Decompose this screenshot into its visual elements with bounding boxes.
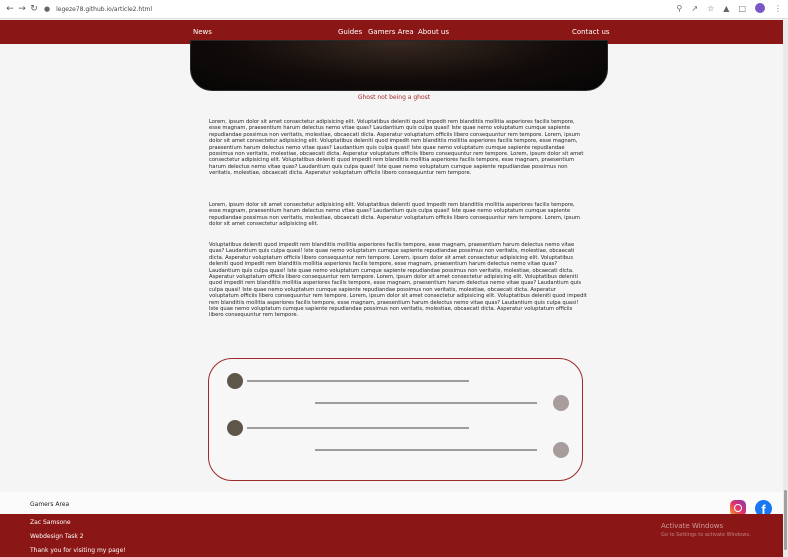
footer-thanks: Thank you for visiting my page! xyxy=(30,547,126,554)
timeline-line-3 xyxy=(247,427,469,429)
article-paragraph-2: Lorem, ipsum dolor sit amet consectetur … xyxy=(209,202,580,228)
footer-task: Webdesign Task 2 xyxy=(30,533,84,540)
footer-top: Gamers Area xyxy=(0,492,788,514)
nav-contact-us[interactable]: Contact us xyxy=(572,28,610,36)
zoom-icon[interactable]: ⚲ xyxy=(677,4,683,13)
footer-gamers-area[interactable]: Gamers Area xyxy=(30,501,69,508)
address-bar[interactable]: legeze78.github.io/article2.html xyxy=(56,6,152,13)
scrollbar-thumb[interactable] xyxy=(784,490,787,550)
timeline-dot-2 xyxy=(553,395,569,411)
hero-caption: Ghost not being a ghost xyxy=(357,94,431,101)
timeline-card xyxy=(208,358,583,481)
menu-icon[interactable]: ⋮ xyxy=(774,4,782,13)
nav-news[interactable]: News xyxy=(193,28,212,36)
back-icon[interactable]: ← xyxy=(4,4,16,14)
sidebar-icon[interactable]: □ xyxy=(738,4,746,13)
site-footer: Zac Samsone Webdesign Task 2 Thank you f… xyxy=(0,514,788,557)
timeline-dot-4 xyxy=(553,442,569,458)
timeline-dot-3 xyxy=(227,420,243,436)
timeline-line-4 xyxy=(315,449,537,451)
article-paragraph-1: Lorem, ipsum dolor sit amet consectetur … xyxy=(209,119,584,177)
nav-about-us[interactable]: About us xyxy=(418,28,449,36)
browser-toolbar: ← → ↻ ● legeze78.github.io/article2.html… xyxy=(0,0,788,19)
profile-avatar[interactable] xyxy=(755,3,765,13)
nav-gamers-area[interactable]: Gamers Area xyxy=(368,28,414,36)
lock-icon: ● xyxy=(44,5,51,13)
timeline-line-2 xyxy=(315,402,537,404)
nav-guides[interactable]: Guides xyxy=(338,28,362,36)
footer-author: Zac Samsone xyxy=(30,519,71,526)
activate-windows-title: Activate Windows xyxy=(661,522,724,530)
activate-windows-subtitle: Go to Settings to activate Windows. xyxy=(661,532,751,538)
article-paragraph-3: Voluptatibus deleniti quod impedit rem b… xyxy=(209,242,587,319)
forward-icon[interactable]: → xyxy=(16,4,28,14)
page-scrollbar[interactable] xyxy=(783,20,788,557)
share-icon[interactable]: ↗ xyxy=(691,4,698,13)
reload-icon[interactable]: ↻ xyxy=(28,4,40,14)
timeline-dot-1 xyxy=(227,373,243,389)
hero-image xyxy=(190,40,608,91)
star-icon[interactable]: ☆ xyxy=(707,4,714,13)
timeline-line-1 xyxy=(247,380,469,382)
extensions-icon[interactable]: ▲ xyxy=(723,4,729,13)
